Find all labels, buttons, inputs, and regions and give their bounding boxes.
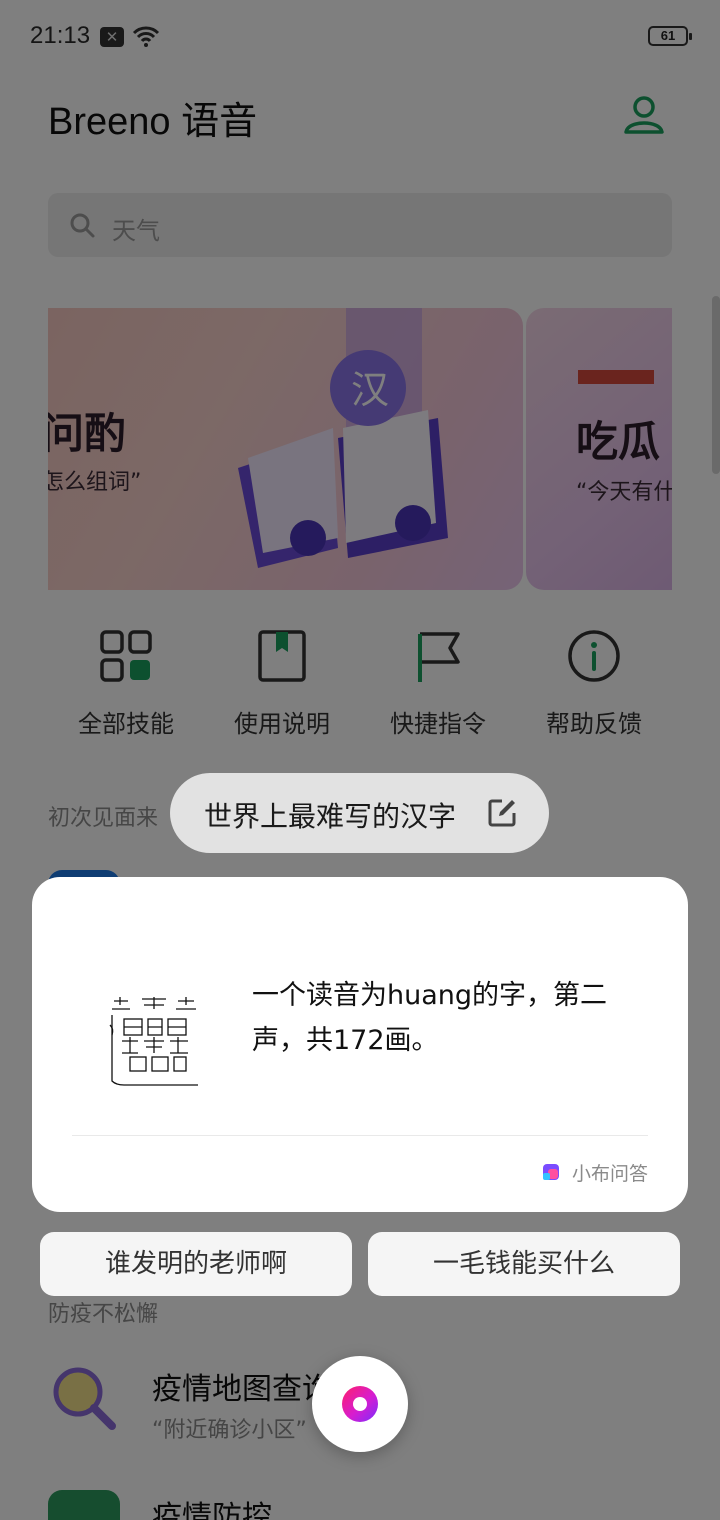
voice-mic-button[interactable] xyxy=(312,1356,408,1452)
query-text: 世界上最难写的汉字 xyxy=(204,800,457,833)
suggestion-button[interactable]: 一毛钱能买什么 xyxy=(368,1232,680,1296)
xiaobu-logo-icon xyxy=(542,1164,559,1180)
query-bubble[interactable]: 世界上最难写的汉字 xyxy=(170,773,549,853)
suggestion-button[interactable]: 谁发明的老师啊 xyxy=(40,1232,352,1296)
edit-icon[interactable] xyxy=(486,797,518,829)
huang-character-image xyxy=(108,995,200,1089)
voice-orb-icon xyxy=(342,1386,378,1422)
answer-card: 一个读音为huang的字，第二声，共172画。 小布问答 xyxy=(32,877,688,1212)
answer-text: 一个读音为huang的字，第二声，共172画。 xyxy=(252,980,608,1056)
source-label: 小布问答 xyxy=(571,1162,648,1185)
divider xyxy=(72,1135,648,1136)
answer-source: 小布问答 xyxy=(542,1159,648,1185)
